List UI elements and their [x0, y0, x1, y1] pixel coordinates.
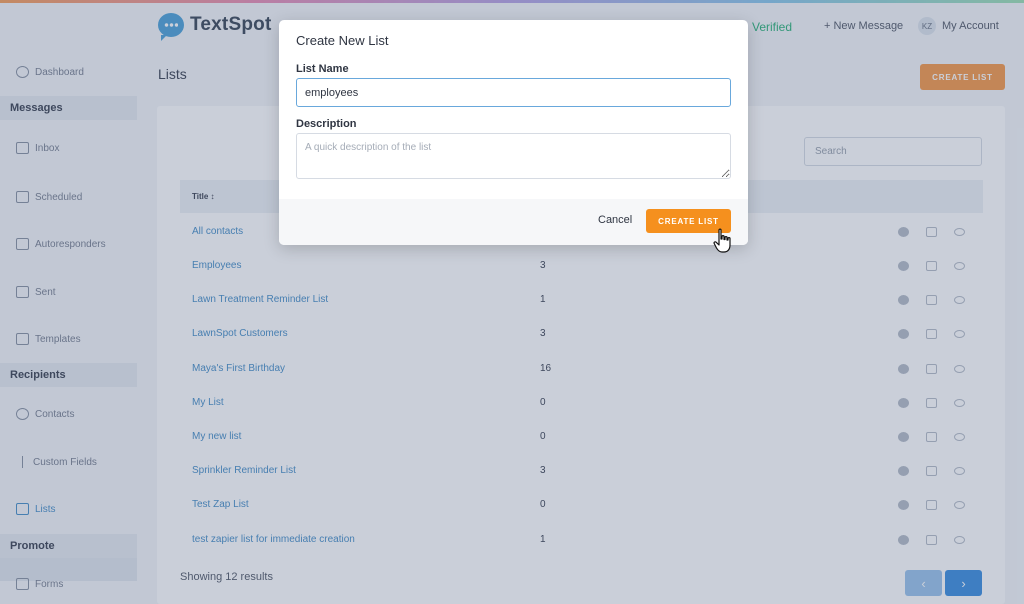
- list-name-input[interactable]: [296, 78, 731, 107]
- cancel-button[interactable]: Cancel: [598, 214, 632, 226]
- modal-title: Create New List: [296, 33, 389, 48]
- description-label: Description: [296, 118, 357, 130]
- create-list-modal: Create New List List Name Description Ca…: [279, 20, 748, 245]
- description-input[interactable]: [296, 133, 731, 179]
- list-name-label: List Name: [296, 63, 349, 75]
- hand-pointer-cursor-icon: [713, 228, 731, 253]
- modal-footer: Cancel CREATE LIST: [279, 199, 748, 245]
